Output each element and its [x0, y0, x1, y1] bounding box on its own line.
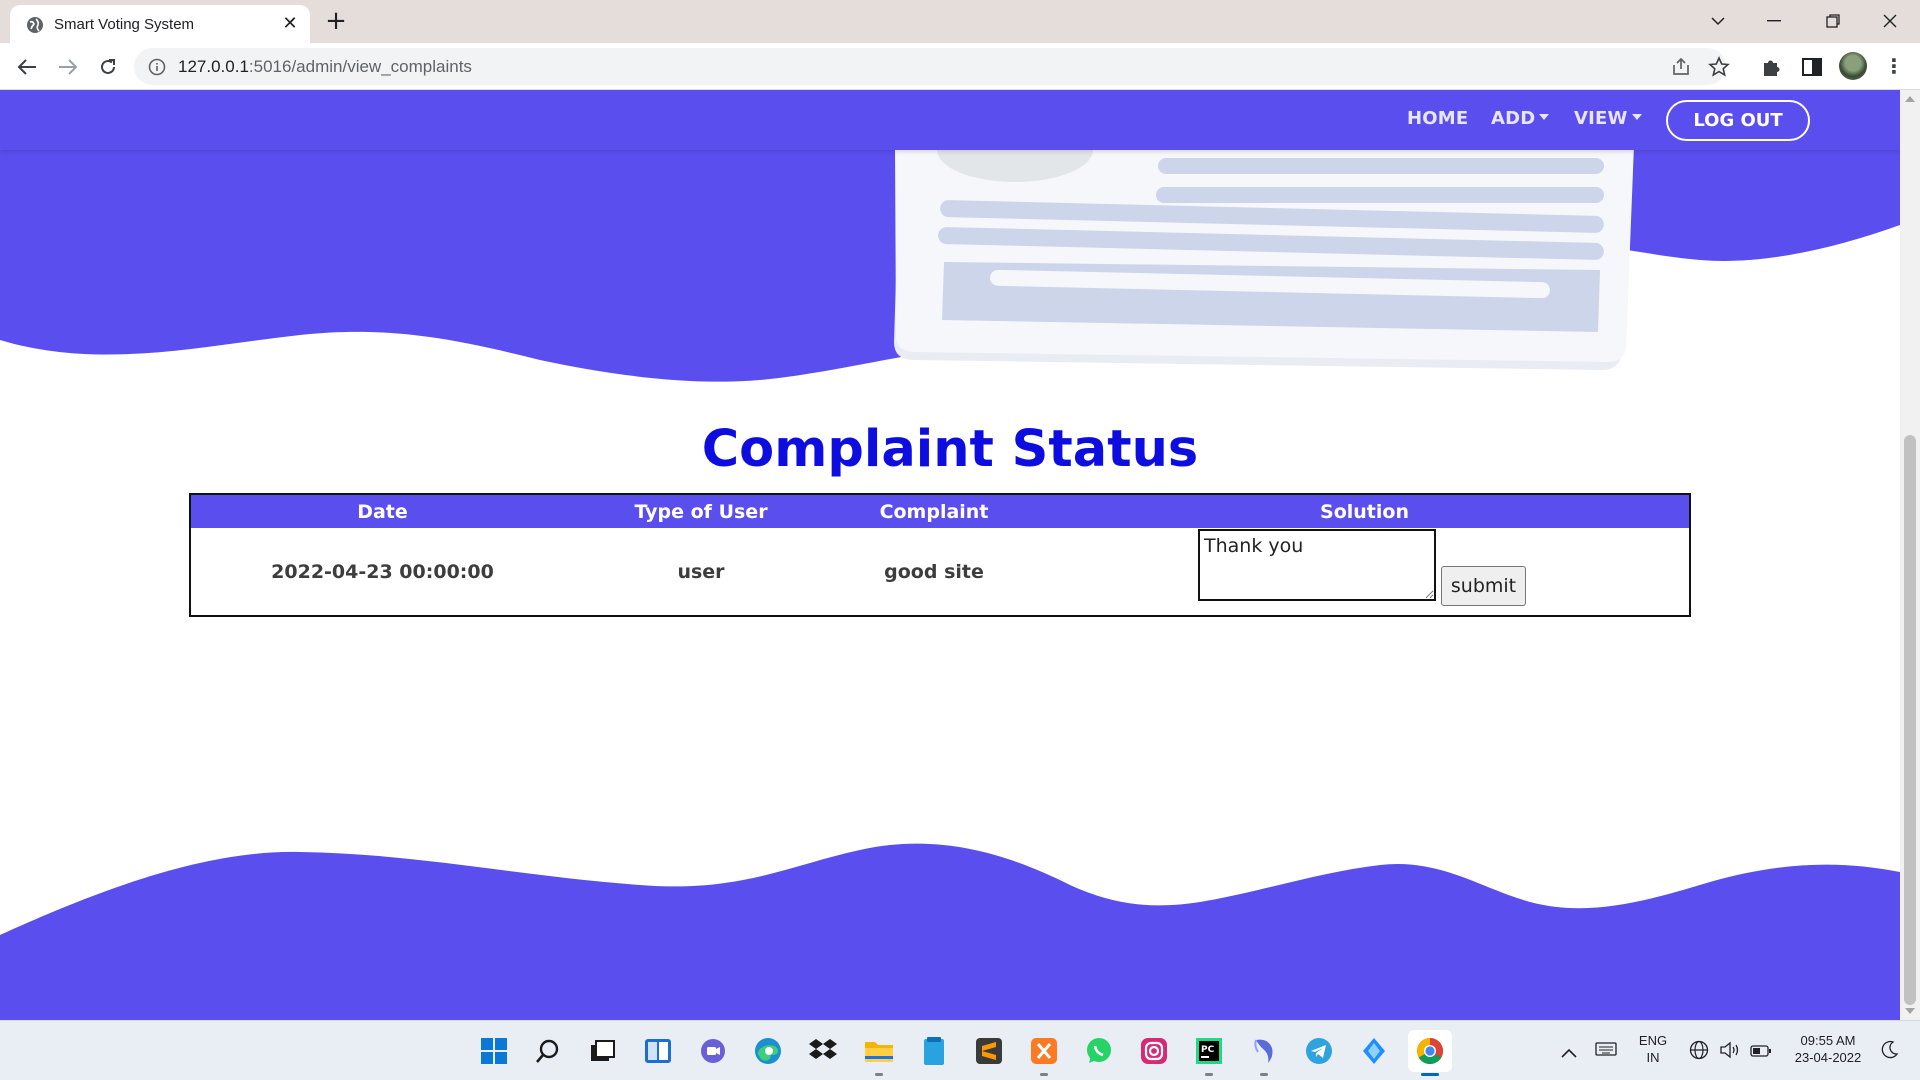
- page-title: Complaint Status: [701, 420, 1199, 479]
- more-menu-icon[interactable]: ⋮: [1884, 55, 1904, 79]
- tab-title: Smart Voting System: [54, 16, 195, 33]
- running-indicator: [1260, 1073, 1268, 1076]
- reload-icon[interactable]: [94, 53, 122, 81]
- mysql-workbench-icon[interactable]: [1246, 1033, 1282, 1069]
- column-header-solution: Solution: [1040, 494, 1690, 528]
- telegram-icon[interactable]: [1301, 1033, 1337, 1069]
- logout-button[interactable]: LOG OUT: [1666, 100, 1810, 141]
- input-language[interactable]: ENG IN: [1636, 1032, 1670, 1066]
- task-view-icon[interactable]: [584, 1033, 620, 1069]
- search-icon[interactable]: [530, 1033, 566, 1069]
- side-panel-icon[interactable]: [1801, 56, 1823, 78]
- browser-toolbar: 127.0.0.1:5016/admin/view_complaints ⋮: [0, 43, 1920, 90]
- browser-tab-strip: Smart Voting System ✕ +: [0, 0, 1920, 43]
- minimize-button[interactable]: [1744, 4, 1804, 38]
- running-indicator: [1205, 1073, 1213, 1076]
- page-scrollbar[interactable]: [1900, 90, 1920, 1020]
- site-navbar: HOME ADD VIEW LOG OUT: [0, 90, 1900, 150]
- new-tab-button[interactable]: +: [322, 8, 350, 36]
- focus-moon-icon[interactable]: [1881, 1040, 1899, 1064]
- table-header-row: Date Type of User Complaint Solution: [190, 494, 1690, 528]
- battery-icon[interactable]: [1750, 1043, 1772, 1062]
- file-explorer-icon[interactable]: [861, 1033, 897, 1069]
- footer-wave: [0, 843, 1900, 1020]
- close-tab-icon[interactable]: ✕: [278, 12, 302, 36]
- page-viewport: HOME ADD VIEW LOG OUT Complaint Status D…: [0, 90, 1900, 1020]
- submit-solution-button[interactable]: submit: [1441, 566, 1526, 606]
- site-info-icon[interactable]: [148, 58, 166, 76]
- caret-down-icon: [1539, 114, 1550, 120]
- whatsapp-icon[interactable]: [1081, 1033, 1117, 1069]
- column-header-user-type: Type of User: [574, 494, 828, 528]
- profile-avatar[interactable]: [1839, 52, 1867, 80]
- sublime-text-icon[interactable]: [971, 1033, 1007, 1069]
- keyboard-icon[interactable]: [1595, 1041, 1617, 1060]
- solution-form: submit: [189, 528, 1691, 616]
- svg-text:PC: PC: [1201, 1045, 1215, 1055]
- browser-tab[interactable]: Smart Voting System ✕: [10, 5, 310, 43]
- widgets-icon[interactable]: [640, 1033, 676, 1069]
- running-indicator: [875, 1073, 883, 1076]
- nav-home-link[interactable]: HOME: [1407, 108, 1468, 129]
- bookmark-star-icon[interactable]: [1708, 56, 1730, 78]
- card-illustration: [894, 118, 1634, 370]
- scroll-up-arrow-icon[interactable]: [1905, 96, 1915, 102]
- show-hidden-icons-chevron-icon[interactable]: [1561, 1043, 1577, 1062]
- teams-chat-icon[interactable]: [695, 1033, 731, 1069]
- column-header-date: Date: [190, 494, 574, 528]
- restore-button[interactable]: [1803, 4, 1863, 38]
- close-window-button[interactable]: [1860, 4, 1920, 38]
- column-header-complaint: Complaint: [828, 494, 1040, 528]
- address-bar[interactable]: 127.0.0.1:5016/admin/view_complaints: [134, 48, 1730, 85]
- start-menu-icon[interactable]: [476, 1033, 512, 1069]
- globe-icon: [27, 17, 43, 33]
- chrome-icon[interactable]: [1408, 1030, 1452, 1072]
- xampp-icon[interactable]: [1026, 1033, 1062, 1069]
- nav-view-dropdown[interactable]: VIEW: [1574, 108, 1642, 129]
- extensions-puzzle-icon[interactable]: [1761, 56, 1783, 78]
- volume-icon[interactable]: [1719, 1040, 1741, 1064]
- clock[interactable]: 09:55 AM 23-04-2022: [1783, 1032, 1873, 1066]
- forward-arrow-icon[interactable]: [54, 53, 82, 81]
- network-globe-icon[interactable]: [1689, 1040, 1709, 1064]
- instagram-icon[interactable]: [1136, 1033, 1172, 1069]
- url-text: 127.0.0.1:5016/admin/view_complaints: [178, 57, 472, 76]
- dropbox-icon[interactable]: [805, 1033, 841, 1069]
- back-arrow-icon[interactable]: [13, 53, 41, 81]
- edge-browser-icon[interactable]: [750, 1033, 786, 1069]
- active-app-indicator: [1421, 1073, 1439, 1076]
- pycharm-icon[interactable]: PC: [1191, 1033, 1227, 1069]
- scrollbar-thumb[interactable]: [1904, 435, 1916, 1005]
- scroll-down-arrow-icon[interactable]: [1905, 1008, 1915, 1014]
- sync-app-icon[interactable]: [1356, 1033, 1392, 1069]
- share-icon[interactable]: [1670, 56, 1692, 78]
- running-indicator: [1040, 1073, 1048, 1076]
- solution-textarea[interactable]: [1198, 529, 1436, 601]
- windows-taskbar: PC ENG IN 09:55 AM 23-04-2022: [0, 1020, 1920, 1080]
- tab-search-icon[interactable]: [1688, 4, 1748, 38]
- notepad-icon[interactable]: [916, 1033, 952, 1069]
- caret-down-icon: [1631, 114, 1642, 120]
- nav-add-dropdown[interactable]: ADD: [1491, 108, 1550, 129]
